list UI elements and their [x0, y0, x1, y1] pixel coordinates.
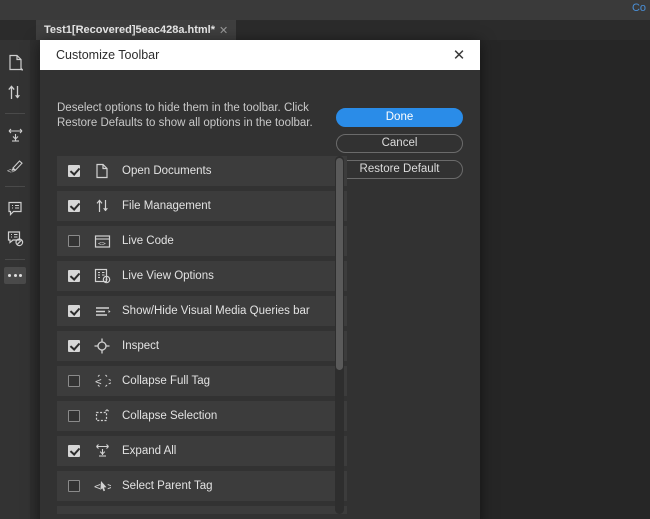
toolbar-options-list[interactable]: Open Documents File Management <> Live C…	[57, 156, 347, 514]
collapse-selection-icon	[91, 405, 113, 427]
checkbox-inspect[interactable]	[68, 340, 80, 352]
top-bar-right-label: Co	[631, 2, 646, 14]
live-view-icon	[91, 265, 113, 287]
dialog-body: Deselect options to hide them in the too…	[40, 70, 480, 519]
close-icon[interactable]: ✕	[219, 24, 228, 37]
list-item-label: Show/Hide Visual Media Queries bar	[122, 305, 310, 317]
checkbox-live-code[interactable]	[68, 235, 80, 247]
collapse-full-tag-icon: < >	[91, 370, 113, 392]
dialog-title-bar: Customize Toolbar ✕	[40, 40, 480, 70]
list-item-label: Collapse Selection	[122, 410, 218, 422]
media-queries-icon	[91, 300, 113, 322]
list-item[interactable]: Open Documents	[57, 156, 347, 186]
toolbar-divider	[5, 113, 25, 114]
checkbox-open-documents[interactable]	[68, 165, 80, 177]
list-item-label: Collapse Full Tag	[122, 375, 211, 387]
format-source-code-icon: <>	[91, 510, 113, 514]
options-list-scrollbar[interactable]	[335, 156, 344, 514]
dialog-description: Deselect options to hide them in the too…	[57, 102, 313, 129]
inspect-target-icon	[91, 335, 113, 357]
file-management-icon[interactable]	[2, 78, 28, 106]
customize-toolbar-dialog: Customize Toolbar ✕ Deselect options to …	[40, 40, 480, 519]
code-window-icon: <>	[91, 230, 113, 252]
list-item[interactable]: < > Collapse Full Tag	[57, 366, 347, 396]
list-item-label: Live View Options	[122, 270, 214, 282]
apply-comment-icon[interactable]	[2, 194, 28, 222]
list-item[interactable]: <> Live Code	[57, 226, 347, 256]
expand-all-icon[interactable]	[2, 121, 28, 149]
list-item-label: Inspect	[122, 340, 160, 352]
list-item[interactable]: Collapse Selection	[57, 401, 347, 431]
application-menu-bar: Co	[0, 0, 650, 20]
list-item[interactable]: File Management	[57, 191, 347, 221]
checkbox-live-view-options[interactable]	[68, 270, 80, 282]
checkbox-select-parent-tag[interactable]	[68, 480, 80, 492]
checkbox-file-management[interactable]	[68, 200, 80, 212]
open-documents-icon[interactable]	[2, 48, 28, 76]
list-item[interactable]: Show/Hide Visual Media Queries bar	[57, 296, 347, 326]
dot-icon	[8, 274, 11, 277]
checkbox-media-queries-bar[interactable]	[68, 305, 80, 317]
page-icon	[91, 160, 113, 182]
checkbox-collapse-full-tag[interactable]	[68, 375, 80, 387]
select-parent-tag-icon: < >	[91, 475, 113, 497]
scrollbar-thumb[interactable]	[336, 158, 343, 370]
toolbar-divider	[5, 259, 25, 260]
list-item[interactable]: <> Format Source Code	[57, 506, 347, 514]
document-tab[interactable]: Test1[Recovered]5eac428a.html* ✕	[36, 20, 237, 40]
list-item-label: Select Parent Tag	[122, 480, 213, 492]
expand-all-icon	[91, 440, 113, 462]
more-options-button[interactable]	[4, 267, 26, 284]
list-item-label: Open Documents	[122, 165, 212, 177]
list-item-label: Expand All	[122, 445, 177, 457]
vertical-toolbar: <>	[0, 40, 30, 519]
toolbar-options-panel: Open Documents File Management <> Live C…	[57, 156, 463, 514]
up-down-arrows-icon	[91, 195, 113, 217]
list-item[interactable]: Expand All	[57, 436, 347, 466]
toolbar-divider	[5, 186, 25, 187]
dot-icon	[13, 274, 17, 277]
checkbox-expand-all[interactable]	[68, 445, 80, 457]
list-item[interactable]: Inspect	[57, 331, 347, 361]
dot-icon	[19, 274, 22, 277]
cancel-button[interactable]: Cancel	[336, 134, 463, 153]
dreamweaver-window: Co Test1[Recovered]5eac428a.html* ✕ and …	[0, 0, 650, 519]
svg-text:< >: < >	[95, 375, 111, 388]
document-tab-label: Test1[Recovered]5eac428a.html*	[44, 24, 215, 36]
dialog-title: Customize Toolbar	[56, 48, 160, 62]
format-source-code-icon[interactable]: <>	[2, 151, 28, 179]
done-button[interactable]: Done	[336, 108, 463, 127]
svg-text:<>: <>	[98, 239, 106, 247]
list-item-label: Live Code	[122, 235, 174, 247]
list-item[interactable]: < > Select Parent Tag	[57, 471, 347, 501]
list-item-label: File Management	[122, 200, 211, 212]
svg-text:<>: <>	[7, 167, 15, 174]
remove-comment-icon[interactable]	[2, 224, 28, 252]
checkbox-collapse-selection[interactable]	[68, 410, 80, 422]
list-item[interactable]: Live View Options	[57, 261, 347, 291]
close-icon[interactable]: ✕	[448, 44, 470, 66]
